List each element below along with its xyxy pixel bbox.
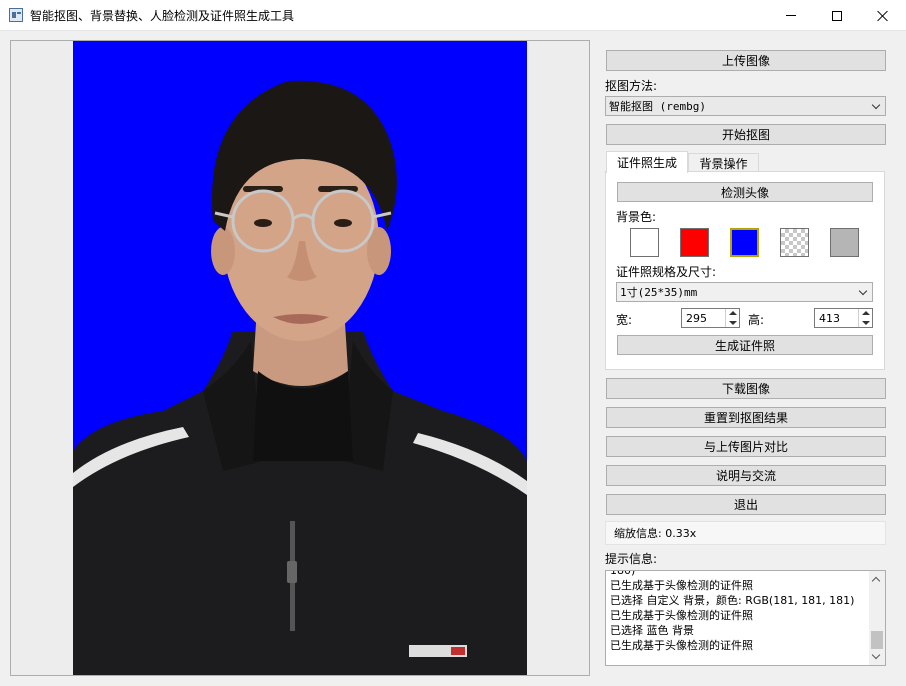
window-title: 智能抠图、背景替换、人脸检测及证件照生成工具 <box>30 9 295 23</box>
spin-arrows-icon[interactable] <box>858 309 872 327</box>
compare-with-upload-button[interactable]: 与上传图片对比 <box>606 436 886 457</box>
generate-id-photo-button[interactable]: 生成证件照 <box>617 335 873 355</box>
scroll-up-icon[interactable] <box>871 576 881 586</box>
maximize-icon <box>832 10 842 21</box>
download-image-button[interactable]: 下载图像 <box>606 378 886 399</box>
height-label: 高: <box>748 313 765 327</box>
portrait-illustration <box>73 80 527 675</box>
swatch-red[interactable] <box>680 228 709 257</box>
tab-background[interactable]: 背景操作 <box>688 153 759 173</box>
log-line: 已生成基于头像检测的证件照 <box>610 639 753 652</box>
height-spinbox[interactable]: 413 <box>814 308 873 328</box>
tab-id-photo[interactable]: 证件照生成 <box>606 151 688 173</box>
zoom-info-text: 缩放信息: 0.33x <box>614 527 697 540</box>
background-color-label: 背景色: <box>616 210 657 224</box>
id-photo-image <box>73 41 527 675</box>
log-content: 180) 已生成基于头像检测的证件照 已选择 自定义 背景，颜色: RGB(18… <box>610 570 872 653</box>
swatch-transparent[interactable] <box>780 228 809 257</box>
log-line: 已生成基于头像检测的证件照 <box>610 609 753 622</box>
start-matting-button[interactable]: 开始抠图 <box>606 124 886 145</box>
log-scrollbar[interactable] <box>869 571 885 665</box>
minimize-icon <box>786 15 796 16</box>
log-line: 已生成基于头像检测的证件照 <box>610 579 753 592</box>
scroll-down-icon[interactable] <box>871 650 881 660</box>
log-textarea[interactable]: 180) 已生成基于头像检测的证件照 已选择 自定义 背景，颜色: RGB(18… <box>605 570 886 666</box>
chevron-down-icon <box>871 100 881 110</box>
width-spinbox[interactable]: 295 <box>681 308 740 328</box>
about-button[interactable]: 说明与交流 <box>606 465 886 486</box>
matting-method-value: 智能抠图 (rembg) <box>609 100 706 113</box>
log-label: 提示信息: <box>605 552 658 566</box>
close-button[interactable] <box>860 0 906 31</box>
spin-arrows-icon[interactable] <box>725 309 739 327</box>
image-preview[interactable] <box>10 40 590 676</box>
minimize-button[interactable] <box>768 0 814 31</box>
exit-button[interactable]: 退出 <box>606 494 886 515</box>
matting-method-select[interactable]: 智能抠图 (rembg) <box>605 96 886 116</box>
matting-method-label: 抠图方法: <box>605 79 658 93</box>
swatch-blue[interactable] <box>730 228 759 257</box>
close-icon <box>877 10 889 22</box>
reset-to-matting-result-button[interactable]: 重置到抠图结果 <box>606 407 886 428</box>
width-value: 295 <box>686 311 707 325</box>
log-line: 180) <box>610 570 636 577</box>
height-value: 413 <box>819 311 840 325</box>
log-line: 已选择 自定义 背景，颜色: RGB(181, 181, 181) <box>610 594 855 607</box>
id-photo-spec-label: 证件照规格及尺寸: <box>616 265 717 279</box>
log-line: 已选择 蓝色 背景 <box>610 624 694 637</box>
detect-head-button[interactable]: 检测头像 <box>617 182 873 202</box>
id-photo-spec-value: 1寸(25*35)mm <box>620 286 698 299</box>
swatch-white[interactable] <box>630 228 659 257</box>
maximize-button[interactable] <box>814 0 860 31</box>
zoom-info: 缩放信息: 0.33x <box>605 521 886 545</box>
chevron-down-icon <box>858 286 868 296</box>
width-label: 宽: <box>616 313 633 327</box>
swatch-gray[interactable] <box>830 228 859 257</box>
app-icon <box>9 8 23 22</box>
scroll-thumb[interactable] <box>871 631 883 649</box>
id-photo-spec-select[interactable]: 1寸(25*35)mm <box>616 282 873 302</box>
upload-image-button[interactable]: 上传图像 <box>606 50 886 71</box>
title-bar: 智能抠图、背景替换、人脸检测及证件照生成工具 <box>0 0 906 31</box>
